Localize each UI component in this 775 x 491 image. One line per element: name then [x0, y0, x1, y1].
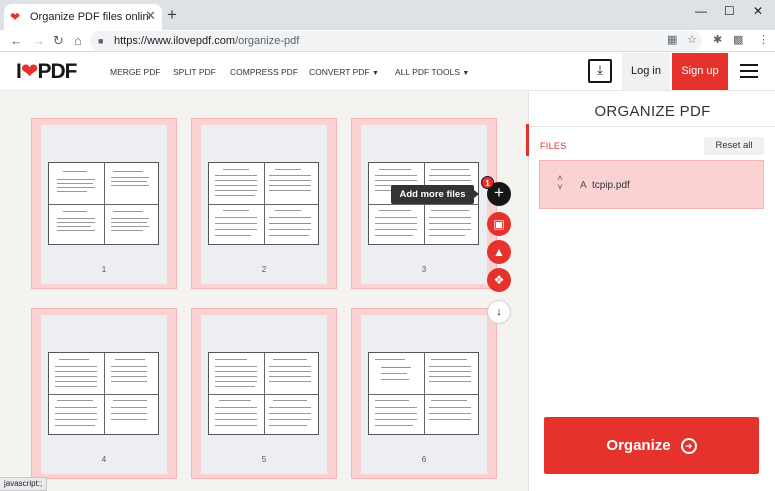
page-preview: 1: [41, 125, 167, 284]
page-number: 4: [101, 455, 107, 464]
nav-compress-pdf[interactable]: COMPRESS PDF: [230, 67, 298, 77]
sort-pages-icon[interactable]: ↓: [487, 300, 511, 324]
page-thumbnail[interactable]: 5: [191, 308, 337, 479]
arrow-right-circle-icon: ➜: [680, 437, 697, 454]
browser-tabstrip: ❤ Organize PDF files online. Free ✕ + — …: [0, 0, 775, 30]
file-count-badge: 1: [481, 176, 494, 189]
caret-down-icon: ▼: [462, 70, 470, 77]
nav-all-pdf-tools[interactable]: ALL PDF TOOLS ▼: [395, 67, 479, 79]
page-preview: 4: [41, 315, 167, 474]
close-window-icon[interactable]: ✕: [753, 4, 763, 18]
forward-icon[interactable]: →: [32, 33, 45, 49]
panel-title: ORGANIZE PDF: [594, 103, 711, 120]
sort-letter: A: [580, 180, 587, 191]
browser-menu-icon[interactable]: ⋮: [758, 34, 769, 46]
new-tab-icon[interactable]: +: [167, 6, 177, 23]
tab-title: Organize PDF files online. Free: [30, 11, 150, 23]
maximize-icon[interactable]: ☐: [724, 4, 735, 18]
page-number: 3: [421, 265, 427, 274]
file-name: tcpip.pdf: [592, 180, 630, 191]
ilovepdf-favicon-icon: ❤: [10, 10, 21, 24]
sort-arrows-icon[interactable]: ˄ ˅: [556, 174, 564, 192]
site-header: I❤PDF MERGE PDF SPLIT PDF COMPRESS PDF C…: [0, 53, 775, 91]
nav-split-pdf[interactable]: SPLIT PDF: [173, 67, 216, 77]
organize-workspace: 1 2 3 4 5 6 + 1 ▣ ▲ ❖ ↓: [0, 91, 528, 491]
page-content: [208, 352, 319, 435]
address-bar[interactable]: ■ https://www.ilovepdf.com/organize-pdf: [90, 31, 702, 51]
page-number: 2: [261, 265, 267, 274]
files-section-label: FILES: [540, 141, 567, 151]
ilovepdf-logo[interactable]: I❤PDF: [16, 60, 77, 83]
bookmark-star-icon[interactable]: ☆: [687, 34, 697, 46]
page-content: [208, 162, 319, 245]
google-drive-icon[interactable]: ▲: [487, 240, 511, 264]
page-content: [48, 162, 159, 245]
heart-icon: ❤: [20, 60, 39, 83]
page-preview: 6: [361, 315, 487, 474]
file-list-item[interactable]: ˄ ˅ A tcpip.pdf: [539, 160, 764, 209]
nav-convert-pdf[interactable]: CONVERT PDF ▼: [309, 67, 389, 79]
minimize-icon[interactable]: —: [695, 4, 707, 18]
close-tab-icon[interactable]: ✕: [145, 9, 156, 23]
extensions-icon[interactable]: ✱: [713, 34, 722, 46]
organize-button[interactable]: Organize ➜: [544, 417, 759, 474]
panel-scroll-indicator: [526, 124, 529, 156]
reload-icon[interactable]: ↻: [53, 33, 64, 49]
page-content: [48, 352, 159, 435]
page-thumbnail[interactable]: 2: [191, 118, 337, 289]
page-thumbnail[interactable]: 1: [31, 118, 177, 289]
browser-toolbar: ← → ↻ ⌂ ■ https://www.ilovepdf.com/organ…: [0, 30, 775, 52]
url-text: https://www.ilovepdf.com/organize-pdf: [114, 35, 300, 47]
page-content: [368, 352, 479, 435]
page-number: 1: [101, 265, 107, 274]
translate-icon[interactable]: ▦: [667, 34, 677, 46]
page-number: 6: [421, 455, 427, 464]
page-preview: 2: [201, 125, 327, 284]
nav-merge-pdf[interactable]: MERGE PDF: [110, 67, 161, 77]
dropbox-icon[interactable]: ❖: [487, 268, 511, 292]
page-preview: 3: [361, 125, 487, 284]
desktop-app-download-icon[interactable]: ⤓: [588, 59, 612, 83]
page-number: 5: [261, 455, 267, 464]
caret-down-icon: ▼: [372, 70, 379, 77]
page-thumbnail[interactable]: 6: [351, 308, 497, 479]
home-icon[interactable]: ⌂: [74, 33, 82, 49]
signup-button[interactable]: Sign up: [672, 53, 728, 90]
browser-tab[interactable]: ❤ Organize PDF files online. Free ✕: [4, 4, 162, 30]
from-computer-icon[interactable]: ▣: [487, 212, 511, 236]
hamburger-menu-icon[interactable]: [740, 64, 758, 78]
login-button[interactable]: Log in: [622, 53, 670, 90]
divider: [529, 126, 775, 127]
organize-sidebar: ORGANIZE PDF FILES Reset all ˄ ˅ A tcpip.…: [526, 91, 775, 491]
page-thumbnail[interactable]: 4: [31, 308, 177, 479]
back-icon[interactable]: ←: [10, 33, 23, 49]
page-preview: 5: [201, 315, 327, 474]
status-bar: javascript:;: [0, 477, 48, 491]
reset-all-button[interactable]: Reset all: [704, 137, 764, 155]
add-files-tooltip: Add more files: [391, 185, 479, 204]
profile-icon[interactable]: ▩: [733, 34, 743, 46]
lock-icon[interactable]: ■: [98, 36, 106, 46]
